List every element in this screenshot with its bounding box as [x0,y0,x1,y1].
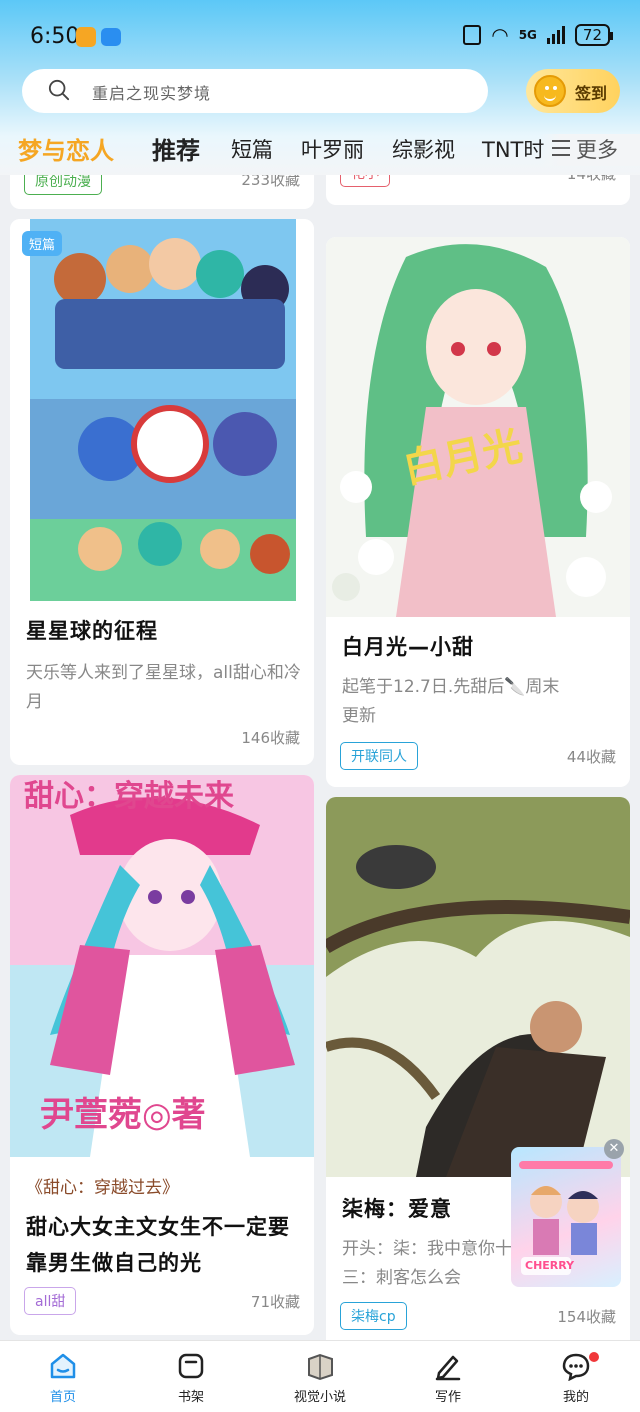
search-bar[interactable]: 重启之现实梦境 [22,69,488,113]
smiley-coin-icon [534,75,566,107]
cover-image [10,219,314,601]
more-label: 更多 [576,138,618,162]
card-tag: all甜 [24,1287,77,1315]
story-card[interactable]: 甜心：穿越未来 尹萱菀◎著 《甜心：穿越过去》 甜心大女主文女生不一定要靠男生做… [10,775,314,1335]
card-description: 天乐等人来到了星星球，all甜心和冷月 [26,663,301,712]
tab-yeluoli[interactable]: 叶罗丽 [301,134,364,164]
status-time: 6:50 [30,24,80,49]
close-icon: ✕ [608,1141,620,1156]
card-tag: 开联同人 [340,742,418,770]
nav-label: 视觉小说 [293,1390,346,1405]
card-favorites: 154收藏 [557,1308,616,1326]
menu-icon [552,140,570,156]
signal-icon [546,26,565,44]
ad-label: CHERRY [525,1259,575,1272]
cover-text-top: 甜心：穿越未来 [24,779,234,814]
pencil-icon [435,1355,461,1381]
card-favorites: 71收藏 [250,1293,300,1311]
tab-dream-lover[interactable]: 梦与恋人 [18,131,114,166]
chat-bubble-icon [562,1353,590,1381]
card-description: 开头：柒：我中意你十三：刺客怎么会 [342,1239,512,1288]
card-favorites: 44收藏 [566,748,616,766]
card-title: 白月光—小甜 [342,635,474,659]
signin-button[interactable]: 签到 [526,69,620,113]
notification-dot [589,1352,599,1362]
card-partial-right[interactable]: 花小 14收藏 [326,175,630,205]
floating-ad[interactable]: CHERRY [511,1147,621,1287]
search-placeholder: 重启之现实梦境 [92,84,212,103]
nav-bookshelf[interactable]: 书架 [141,1341,241,1412]
cloud-app-icon [101,28,121,46]
tab-film-tv[interactable]: 综影视 [392,134,455,164]
short-badge: 短篇 [22,231,63,256]
card-favorites: 14收藏 [567,175,616,184]
tab-tnt[interactable]: TNT时 [482,134,544,164]
tab-short[interactable]: 短篇 [231,134,273,164]
card-favorites: 146收藏 [241,729,300,747]
nav-write[interactable]: 写作 [398,1341,498,1412]
cover-text-bottom: 尹萱菀◎著 [40,1095,206,1135]
tab-recommend[interactable]: 推荐 [152,131,200,166]
nav-home[interactable]: 首页 [13,1341,113,1412]
more-tabs-button[interactable]: 更多 [540,134,640,166]
story-card[interactable]: 短篇 星星球的征程 天乐等人来到了星星球，all甜心和冷月 146收藏 [10,219,314,765]
network-type: 5G [518,28,537,42]
nav-profile[interactable]: 我的 [526,1341,626,1412]
status-indicators: ◠ 5G 72 [463,23,614,47]
bottom-nav: 首页 书架 视觉小说 写作 我的 [0,1340,640,1412]
nav-visual-novel[interactable]: 视觉小说 [270,1341,370,1412]
nav-label: 书架 [177,1390,204,1405]
card-title: 甜心大女主文女生不一定要靠男生做自己的光 [26,1215,290,1275]
card-partial-left[interactable]: 原创动漫 233收藏 [10,175,314,209]
story-card[interactable]: 白月光 白月光—小甜 起笔于12.7日.先甜后🔪周末更新 开联同人 44收藏 [326,237,630,787]
card-tag: 花小 [340,175,390,187]
card-title: 柒梅：爱意 [342,1197,452,1221]
close-ad-button[interactable]: ✕ [604,1139,624,1159]
nav-label: 首页 [49,1390,76,1405]
book-icon [308,1353,333,1381]
home-icon [50,1353,76,1379]
card-subtitle: 《甜心：穿越过去》 [26,1178,179,1198]
nav-label: 写作 [434,1390,461,1405]
card-favorites: 233收藏 [241,175,300,189]
signin-label: 签到 [575,84,608,103]
notification-app-icon [76,27,96,47]
card-title: 星星球的征程 [26,619,158,643]
card-tag: 柒梅cp [340,1302,407,1330]
wifi-icon: ◠ [491,23,509,47]
card-description: 起笔于12.7日.先甜后🔪周末更新 [342,677,560,726]
card-tag: 原创动漫 [24,175,102,195]
nav-label: 我的 [562,1390,589,1405]
vibrate-icon [463,25,482,45]
search-icon [48,79,70,101]
cover-image [326,797,630,1177]
battery-icon: 72 [574,24,614,46]
bookshelf-icon [178,1353,204,1379]
status-bar: 6:50 ◠ 5G 72 [0,0,640,70]
